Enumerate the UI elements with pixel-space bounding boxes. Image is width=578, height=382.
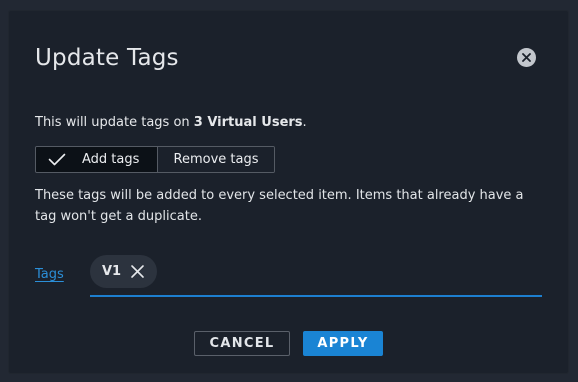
remove-tags-label: Remove tags bbox=[173, 152, 259, 167]
tags-field-label[interactable]: Tags bbox=[35, 267, 64, 282]
close-button[interactable] bbox=[517, 48, 536, 67]
intro-count: 3 Virtual Users bbox=[193, 115, 303, 130]
intro-prefix: This will update tags on bbox=[35, 115, 194, 130]
intro-suffix: . bbox=[302, 115, 307, 130]
close-icon bbox=[522, 53, 531, 62]
check-icon bbox=[48, 153, 68, 167]
remove-tags-toggle[interactable]: Remove tags bbox=[157, 147, 274, 172]
update-tags-dialog: Update Tags This will update tags on 3 V… bbox=[9, 11, 568, 373]
cancel-button[interactable]: CANCEL bbox=[194, 331, 290, 356]
tags-input[interactable]: V1 bbox=[90, 255, 542, 297]
close-icon[interactable] bbox=[130, 264, 145, 279]
description-text: These tags will be added to every select… bbox=[35, 188, 524, 224]
add-tags-label: Add tags bbox=[82, 152, 140, 167]
tag-chip: V1 bbox=[90, 255, 157, 288]
tag-chip-label: V1 bbox=[102, 264, 122, 279]
apply-button[interactable]: APPLY bbox=[303, 331, 383, 356]
add-tags-toggle[interactable]: Add tags bbox=[36, 147, 157, 172]
intro-text: This will update tags on 3 Virtual Users… bbox=[35, 114, 307, 132]
mode-toggle: Add tags Remove tags bbox=[35, 146, 275, 173]
dialog-title: Update Tags bbox=[35, 45, 179, 71]
